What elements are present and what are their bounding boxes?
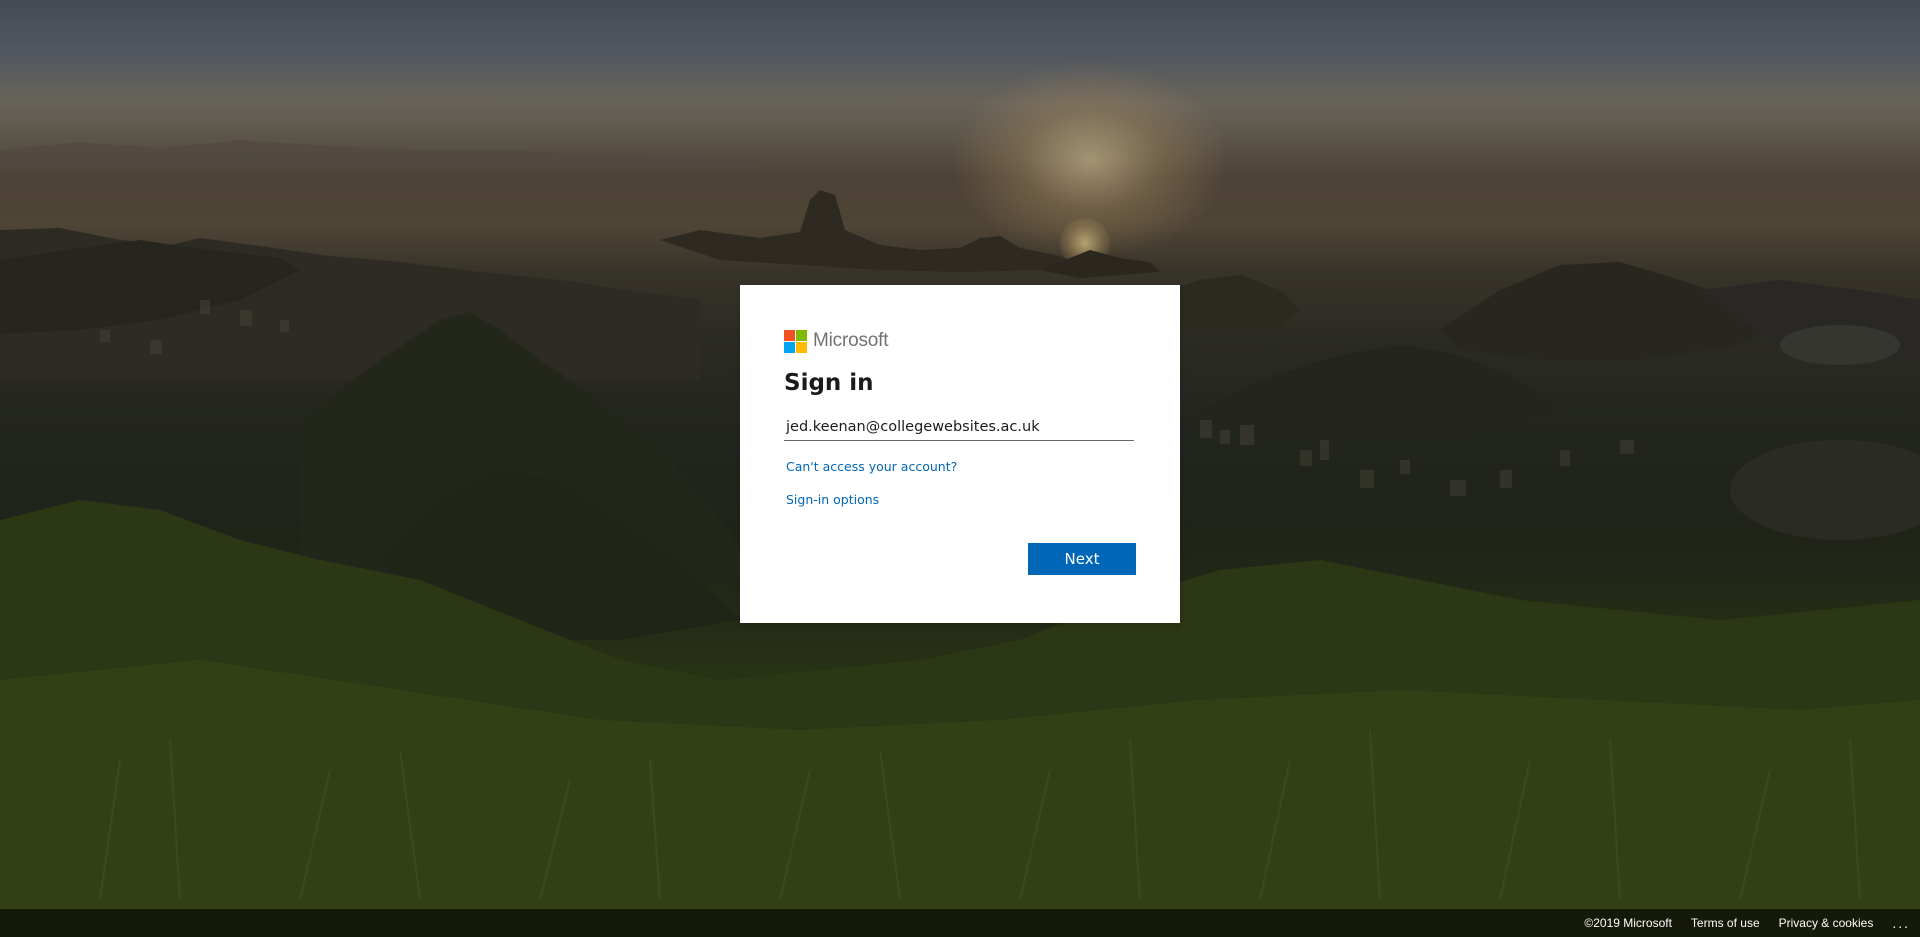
footer-copyright: ©2019 Microsoft [1584,916,1672,930]
logo-wordmark: Microsoft [813,330,889,351]
button-row: Next [1028,543,1136,575]
signin-options-link[interactable]: Sign-in options [784,492,1136,507]
logo-square-green [796,329,807,341]
logo-square-red [784,329,795,341]
next-button[interactable]: Next [1028,543,1136,575]
footer-privacy-link[interactable]: Privacy & cookies [1779,916,1874,930]
footer-terms-link[interactable]: Terms of use [1691,916,1760,930]
microsoft-logo-icon [784,329,807,353]
email-field[interactable] [784,413,1134,441]
microsoft-logo: Microsoft [784,329,1136,353]
footer-more-icon[interactable]: ... [1892,915,1910,931]
footer: ©2019 Microsoft Terms of use Privacy & c… [0,909,1920,937]
logo-square-blue [784,341,795,353]
page-title: Sign in [784,370,874,396]
cant-access-account-link[interactable]: Can't access your account? [784,459,1136,474]
logo-square-yellow [796,341,807,353]
signin-card: Microsoft Sign in Can't access your acco… [740,285,1180,623]
